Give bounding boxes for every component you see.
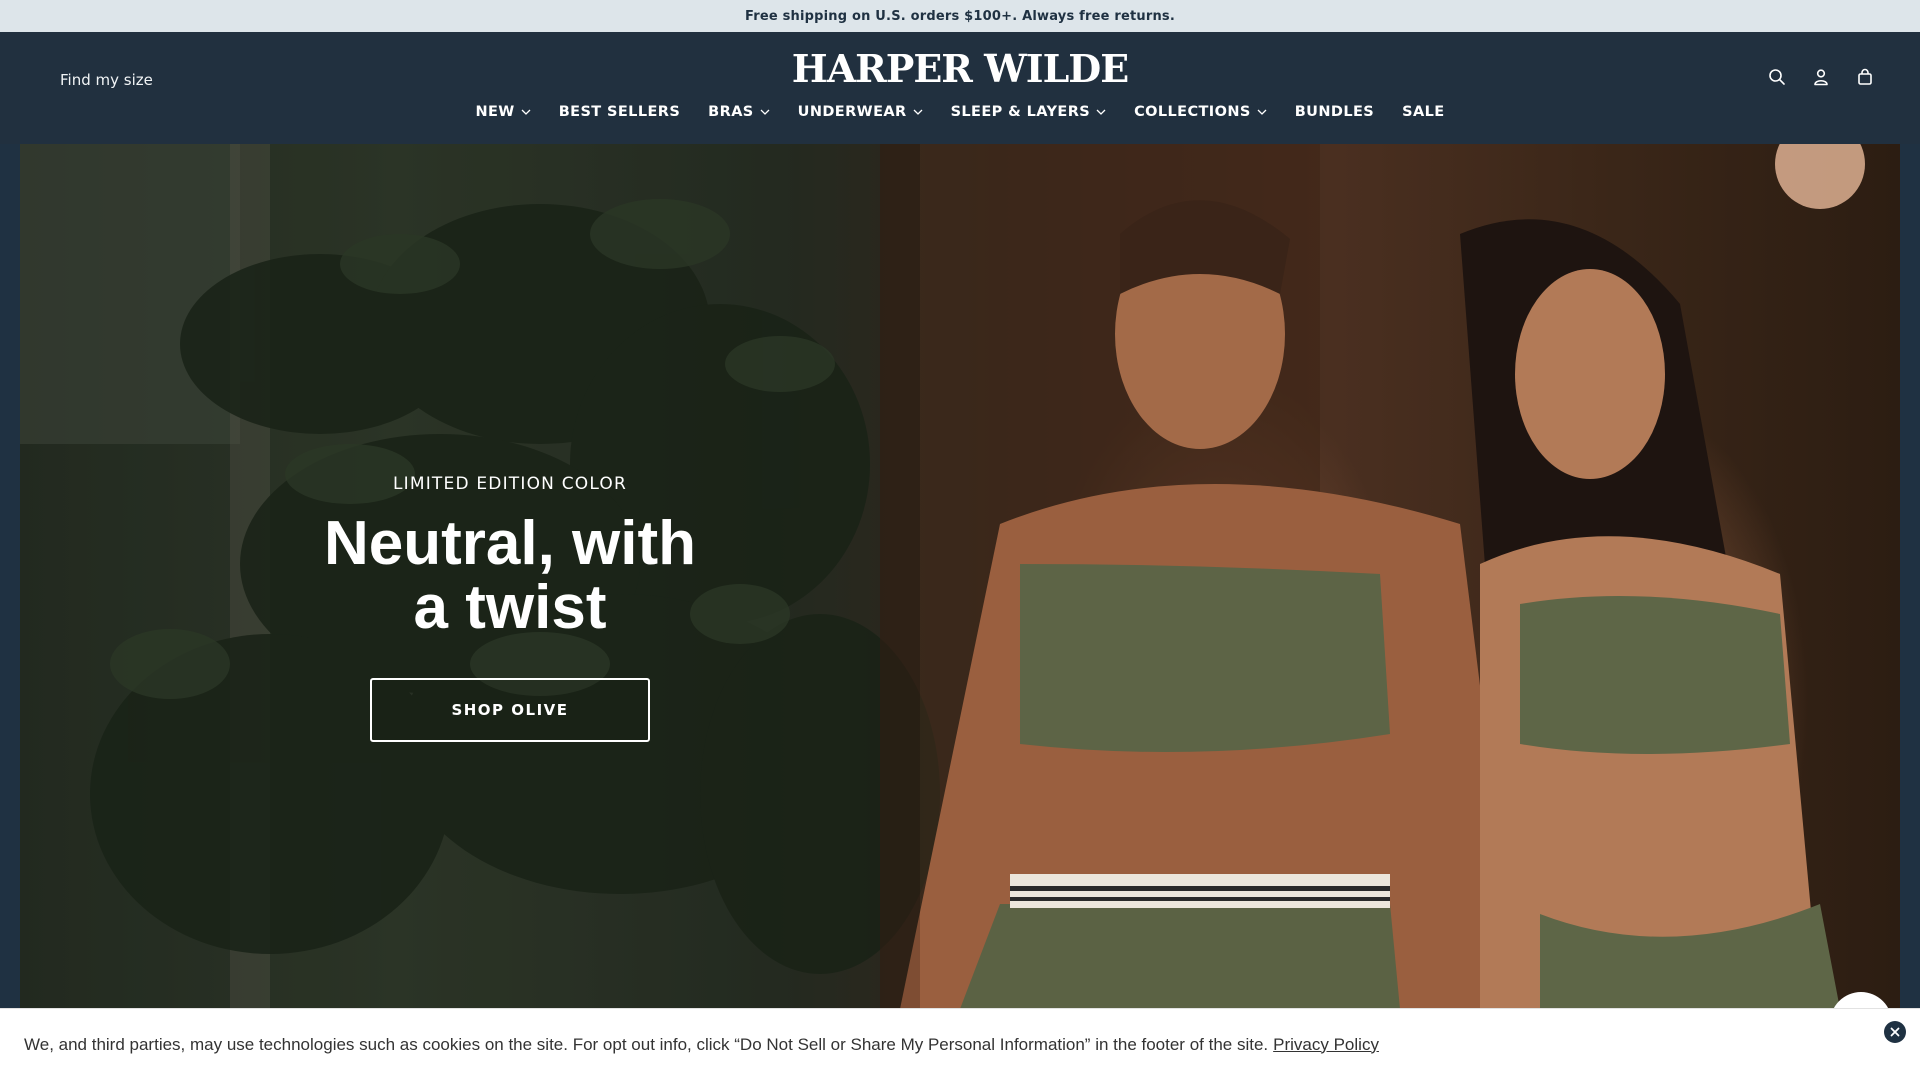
chevron-down-icon <box>1096 107 1106 117</box>
nav-label: BEST SELLERS <box>558 104 681 120</box>
nav-item-best-sellers[interactable]: BEST SELLERS <box>545 104 694 120</box>
nav-label: BUNDLES <box>1294 104 1375 120</box>
hero-banner[interactable]: LIMITED EDITION COLOR Neutral, with a tw… <box>20 144 1900 1009</box>
cookie-text: We, and third parties, may use technolog… <box>24 1034 1269 1054</box>
nav-label: UNDERWEAR <box>797 104 907 120</box>
nav-item-bundles[interactable]: BUNDLES <box>1281 104 1388 120</box>
hero-headline-line2: a twist <box>413 573 607 642</box>
hero-eyebrow: LIMITED EDITION COLOR <box>392 474 628 494</box>
main-nav: NEW BEST SELLERS BRAS UNDERWEAR SLEEP & … <box>0 104 1920 120</box>
nav-item-sale[interactable]: SALE <box>1388 104 1458 120</box>
nav-item-collections[interactable]: COLLECTIONS <box>1120 104 1281 120</box>
search-icon[interactable] <box>1766 66 1788 88</box>
chevron-down-icon <box>913 107 923 117</box>
hero-headline-line1: Neutral, with <box>323 509 697 578</box>
privacy-policy-link[interactable]: Privacy Policy <box>1273 1035 1379 1055</box>
nav-item-sleep-layers[interactable]: SLEEP & LAYERS <box>937 104 1121 120</box>
site-header: Find my size HARPER WILDE NEW BEST SELLE… <box>0 32 1920 144</box>
nav-label: BRAS <box>708 104 754 120</box>
nav-label: SLEEP & LAYERS <box>950 104 1091 120</box>
hero-content: LIMITED EDITION COLOR Neutral, with a tw… <box>280 474 740 742</box>
utility-icons <box>1766 66 1876 88</box>
nav-label: SALE <box>1402 104 1445 120</box>
nav-label: NEW <box>475 104 515 120</box>
close-icon[interactable] <box>1884 1021 1906 1043</box>
announcement-text: Free shipping on U.S. orders $100+. Alwa… <box>744 8 1176 24</box>
nav-item-bras[interactable]: BRAS <box>694 104 783 120</box>
account-icon[interactable] <box>1810 66 1832 88</box>
cart-icon[interactable] <box>1854 66 1876 88</box>
brand-logo[interactable]: HARPER WILDE <box>0 46 1920 91</box>
chevron-down-icon <box>521 107 531 117</box>
cookie-banner: We, and third parties, may use technolog… <box>0 1008 1920 1080</box>
nav-item-underwear[interactable]: UNDERWEAR <box>784 104 937 120</box>
nav-item-new[interactable]: NEW <box>461 104 544 120</box>
nav-label: COLLECTIONS <box>1134 104 1251 120</box>
chevron-down-icon <box>1257 107 1267 117</box>
chevron-down-icon <box>760 107 770 117</box>
shop-olive-button[interactable]: SHOP OLIVE <box>370 678 650 742</box>
announcement-bar: Free shipping on U.S. orders $100+. Alwa… <box>0 0 1920 32</box>
hero-headline: Neutral, with a twist <box>280 512 740 640</box>
